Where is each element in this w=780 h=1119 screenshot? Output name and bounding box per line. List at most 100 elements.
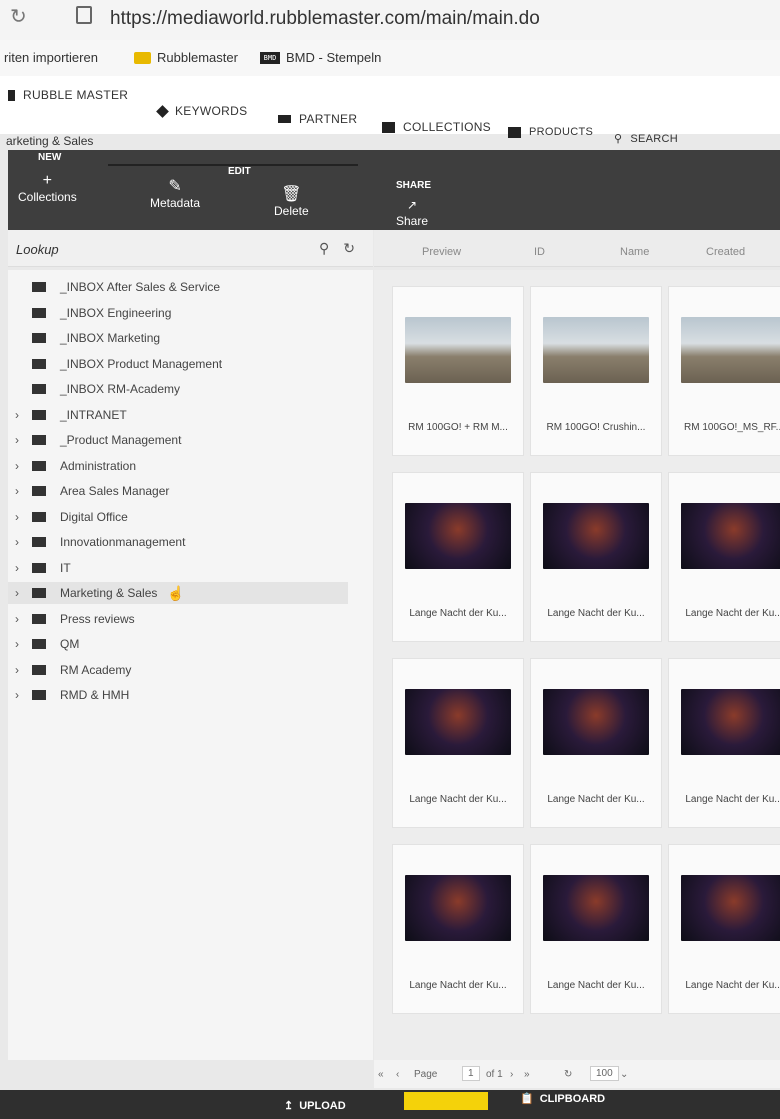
browse-button[interactable]: BROWSE — [404, 1092, 488, 1110]
bookmark-label: riten importieren — [4, 50, 98, 65]
chevron-right-icon[interactable]: › — [8, 535, 26, 549]
nav-search[interactable]: ⚲ SEARCH — [614, 132, 678, 146]
briefcase-icon — [382, 121, 395, 133]
tree-item[interactable]: › Innovationmanagement — [8, 531, 348, 553]
tree-item-label: Administration — [60, 458, 137, 473]
chevron-right-icon[interactable]: › — [8, 561, 26, 575]
tree-item-label: RM Academy — [60, 662, 132, 677]
nav-rubble-master[interactable]: RUBBLE MASTER — [8, 88, 128, 102]
tree-item-label: Area Sales Manager — [60, 484, 170, 498]
tree-item[interactable]: _INBOX Product Management — [8, 353, 348, 375]
page-label: Page — [414, 1069, 438, 1080]
tree-item[interactable]: › RMD & HMH — [8, 684, 348, 706]
new-collections-button[interactable]: + Collections — [18, 172, 77, 204]
chevron-right-icon[interactable]: › — [8, 688, 26, 702]
upload-button[interactable]: ↥ UPLOAD — [284, 1099, 346, 1113]
bookmark-import[interactable]: riten importieren — [4, 50, 98, 65]
tree-item-label: IT — [60, 560, 71, 575]
chevron-right-icon[interactable]: › — [8, 586, 26, 600]
tree-item[interactable]: › IT — [8, 557, 348, 579]
asset-card[interactable]: Lange Nacht der Ku... — [668, 658, 780, 828]
delete-button[interactable]: 🗑 Delete — [274, 186, 309, 218]
asset-card[interactable]: Lange Nacht der Ku... — [392, 472, 524, 642]
column-preview[interactable]: Preview — [422, 246, 461, 258]
pointer-hand-icon: ☝ — [167, 584, 185, 601]
chevron-right-icon[interactable]: › — [8, 612, 26, 626]
tree-item[interactable]: › Administration — [8, 455, 348, 477]
chevron-right-icon[interactable]: › — [8, 510, 26, 524]
url-field[interactable]: https://mediaworld.rubblemaster.com/main… — [110, 8, 540, 30]
tree-item[interactable]: › Press reviews — [8, 608, 348, 630]
lookup-header: Lookup ⚲ ↻ — [8, 230, 373, 267]
tree-item[interactable]: › _Product Management — [8, 429, 348, 451]
asset-card[interactable]: Lange Nacht der Ku... — [392, 844, 524, 1014]
page-input[interactable]: 1 — [462, 1066, 480, 1081]
column-created[interactable]: Created — [706, 246, 745, 258]
refresh-icon[interactable]: ↻ — [564, 1069, 572, 1080]
button-label: UPLOAD — [299, 1099, 346, 1112]
nav-label: PARTNER — [299, 112, 358, 126]
column-id[interactable]: ID — [534, 246, 545, 258]
reload-icon[interactable]: ↻ — [10, 4, 27, 29]
clipboard-icon: 📋 — [520, 1093, 534, 1105]
first-page-icon[interactable]: « — [378, 1069, 384, 1080]
asset-card[interactable]: Lange Nacht der Ku... — [530, 472, 662, 642]
refresh-icon[interactable]: ↻ — [343, 240, 355, 257]
share-button[interactable]: ↗ Share — [396, 196, 428, 228]
last-page-icon[interactable]: » — [524, 1069, 530, 1080]
metadata-button[interactable]: ✎ Metadata — [150, 178, 200, 210]
asset-card[interactable]: Lange Nacht der Ku... — [392, 658, 524, 828]
action-toolbar: NEW EDIT SHARE + Collections ✎ Metadata … — [8, 150, 780, 230]
nav-partner[interactable]: PARTNER — [278, 112, 357, 126]
column-name[interactable]: Name — [620, 246, 649, 258]
asset-card[interactable]: Lange Nacht der Ku... — [668, 844, 780, 1014]
clipboard-button[interactable]: 📋 CLIPBOARD — [520, 1092, 605, 1106]
tree-item-label: _INBOX Engineering — [60, 305, 172, 320]
bookmark-bmd[interactable]: BMD BMD - Stempeln — [260, 50, 381, 65]
tree-item[interactable]: › Marketing & Sales ☝ — [8, 582, 348, 604]
briefcase-icon — [32, 358, 46, 369]
asset-card[interactable]: Lange Nacht der Ku... — [530, 658, 662, 828]
asset-card[interactable]: RM 100GO! + RM M... — [392, 286, 524, 456]
tree-item[interactable]: _INBOX RM-Academy — [8, 378, 348, 400]
search-icon[interactable]: ⚲ — [319, 240, 329, 257]
tree-item[interactable]: › Area Sales Manager — [8, 480, 348, 502]
tree-item[interactable]: _INBOX After Sales & Service — [8, 276, 348, 298]
tree-item[interactable]: _INBOX Marketing — [8, 327, 348, 349]
tree-item[interactable]: › QM — [8, 633, 348, 655]
nav-keywords[interactable]: KEYWORDS — [156, 104, 247, 118]
asset-caption: RM 100GO! Crushin... — [546, 422, 646, 433]
asset-caption: Lange Nacht der Ku... — [409, 794, 507, 805]
chevron-right-icon[interactable]: › — [8, 459, 26, 473]
nav-products[interactable]: PRODUCTS — [508, 126, 593, 138]
tree-item[interactable]: › Digital Office — [8, 506, 348, 528]
asset-card[interactable]: RM 100GO! Crushin... — [530, 286, 662, 456]
asset-card[interactable]: Lange Nacht der Ku... — [668, 472, 780, 642]
page-size-select[interactable]: 100 — [590, 1066, 619, 1081]
asset-card[interactable]: Lange Nacht der Ku... — [530, 844, 662, 1014]
tree-item[interactable]: › _INTRANET — [8, 404, 348, 426]
briefcase-icon — [32, 588, 46, 598]
nav-collections[interactable]: COLLECTIONS — [382, 120, 491, 134]
button-label: Delete — [274, 204, 309, 218]
tree-item-label: QM — [60, 637, 80, 651]
chevron-right-icon[interactable]: › — [8, 484, 26, 498]
tree-item[interactable]: › RM Academy — [8, 659, 348, 681]
tag-icon — [156, 104, 169, 118]
lookup-tree: _INBOX After Sales & Service _INBOX Engin… — [8, 270, 373, 1060]
next-page-icon[interactable]: › — [510, 1069, 513, 1080]
chevron-right-icon[interactable]: › — [8, 408, 26, 422]
tree-item-label: _INTRANET — [60, 407, 127, 422]
briefcase-icon — [32, 409, 46, 420]
tree-item[interactable]: _INBOX Engineering — [8, 302, 348, 324]
nav-label: RUBBLE MASTER — [23, 88, 129, 102]
asset-card[interactable]: RM 100GO!_MS_RF... — [668, 286, 780, 456]
prev-page-icon[interactable]: ‹ — [396, 1069, 399, 1080]
bookmark-label: BMD - Stempeln — [286, 50, 382, 65]
asset-caption: RM 100GO! + RM M... — [408, 422, 508, 433]
chevron-right-icon[interactable]: › — [8, 663, 26, 677]
bookmark-rubblemaster[interactable]: Rubblemaster — [134, 50, 238, 65]
chevron-right-icon[interactable]: › — [8, 637, 26, 651]
group-new-label: NEW — [38, 152, 62, 163]
chevron-right-icon[interactable]: › — [8, 433, 26, 447]
